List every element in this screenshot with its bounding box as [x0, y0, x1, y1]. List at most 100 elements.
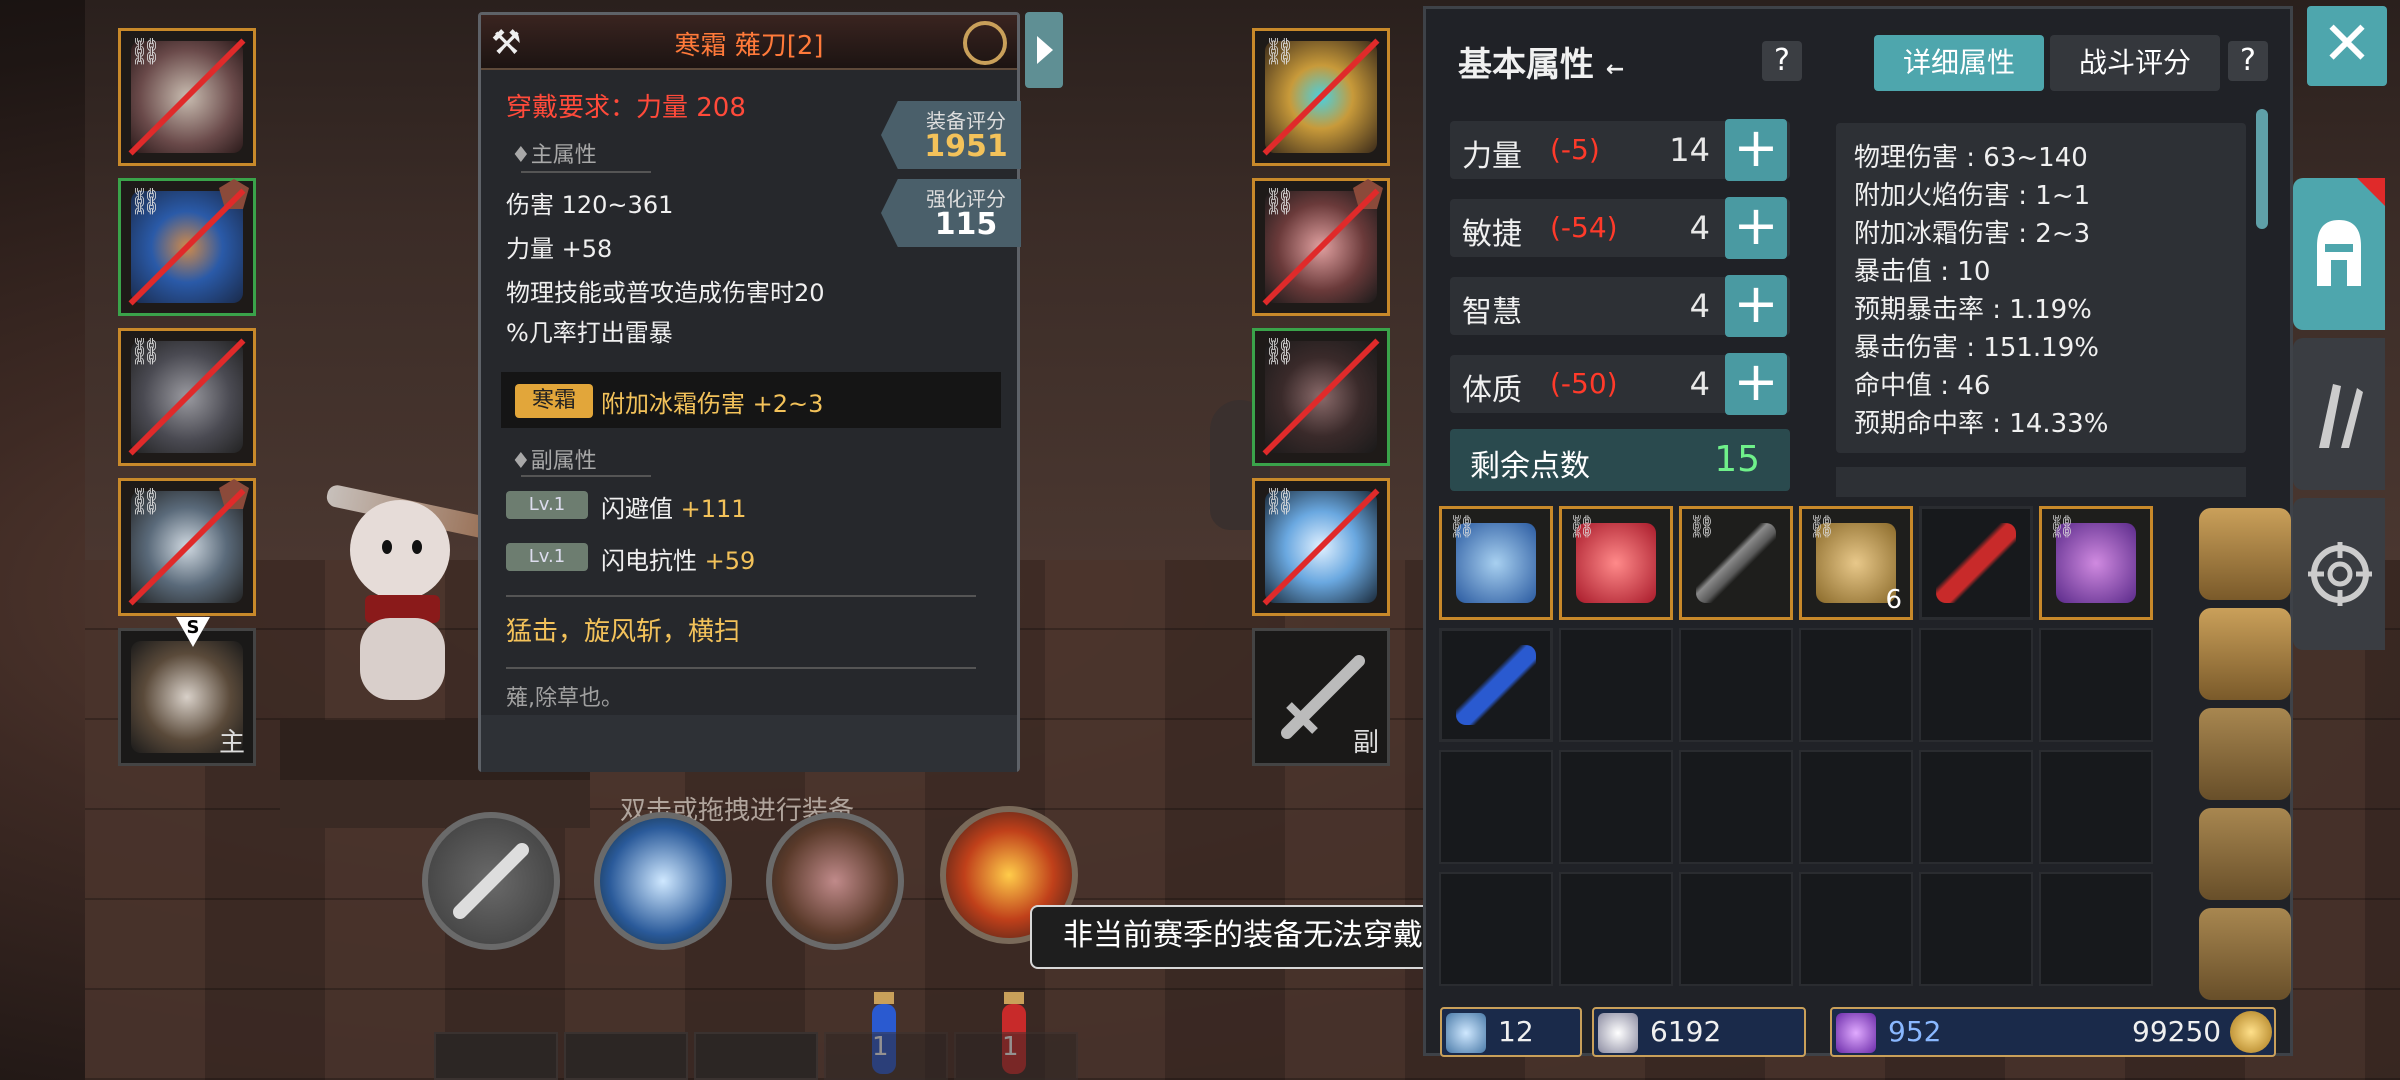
- inventory-slot[interactable]: ⛓: [1679, 506, 1793, 620]
- inventory-slot[interactable]: [1559, 750, 1673, 864]
- expand-tooltip-arrow-button[interactable]: [1025, 12, 1063, 88]
- detailed-stats-list[interactable]: 物理伤害 : 63~140 附加火焰伤害 : 1~1 附加冰霜伤害 : 2~3 …: [1836, 123, 2246, 453]
- divider: [506, 595, 976, 597]
- sub-attr-value: +59: [704, 547, 756, 575]
- effect-line-1: 物理技能或普攻造成伤害时20: [506, 279, 825, 307]
- inventory-slot[interactable]: [1439, 750, 1553, 864]
- sub-attr-name: 闪避值: [601, 495, 681, 523]
- inventory-slot[interactable]: [1799, 628, 1913, 742]
- inspect-magnifier-icon[interactable]: [963, 21, 1007, 65]
- equip-slot-helmet[interactable]: ⛓: [118, 28, 256, 166]
- gold-coin-icon: [2230, 1011, 2272, 1053]
- inventory-slot[interactable]: [1799, 750, 1913, 864]
- inventory-slot[interactable]: ⛓: [2039, 506, 2153, 620]
- sub-attr-row: 闪电抗性 +59: [601, 541, 755, 576]
- sub-attr-title: ♦副属性: [511, 449, 597, 474]
- inventory-slot[interactable]: [1919, 872, 2033, 986]
- chain-lock-icon: ⛓: [1688, 515, 1716, 540]
- side-tab-equipment[interactable]: [2293, 178, 2385, 330]
- equip-slot-necklace[interactable]: ⛓: [1252, 28, 1390, 166]
- close-button[interactable]: ✕: [2307, 6, 2387, 86]
- stat-row-strength: 力量 (-5) 14 +: [1450, 119, 1790, 181]
- damage-stat: 伤害 120~361: [506, 191, 674, 219]
- inventory-slot[interactable]: [1439, 628, 1553, 742]
- help-icon[interactable]: ?: [2228, 41, 2268, 81]
- add-point-button[interactable]: +: [1725, 119, 1787, 181]
- currency-tokens: 6192: [1592, 1007, 1806, 1057]
- gloves-icon: [2319, 384, 2363, 448]
- equip-slot-main-weapon[interactable]: S 主: [118, 617, 256, 766]
- player-character: [340, 500, 460, 700]
- main-attr-title: ♦主属性: [511, 143, 597, 168]
- frost-bonus-text: 附加冰霜伤害 +2~3: [601, 390, 824, 418]
- sub-attr-level: Lv.1: [506, 491, 588, 519]
- inventory-slot[interactable]: [1919, 750, 2033, 864]
- chain-lock-icon: ⛓: [1808, 515, 1836, 540]
- tab-battle-score[interactable]: 战斗评分: [2050, 35, 2220, 91]
- unusable-cross-icon: [128, 38, 246, 156]
- equip-slot-boots[interactable]: ⛓: [1252, 328, 1390, 466]
- side-tab-gloves[interactable]: [2293, 338, 2385, 490]
- skill-smash[interactable]: [766, 812, 904, 950]
- inventory-slot[interactable]: ⛓ 6: [1799, 506, 1913, 620]
- stat-name: 敏捷: [1462, 217, 1522, 252]
- add-point-button[interactable]: +: [1725, 197, 1787, 259]
- divider: [506, 667, 976, 669]
- bag-tab-2[interactable]: [2199, 608, 2291, 700]
- stat-value: 4: [1689, 209, 1710, 247]
- equip-slot-pants[interactable]: ⛓: [118, 328, 256, 466]
- side-tab-settings[interactable]: [2293, 498, 2385, 650]
- inventory-slot[interactable]: ⛓: [1439, 506, 1553, 620]
- wand-icon: [1446, 1013, 1486, 1053]
- unusable-cross-icon: [128, 488, 246, 606]
- inventory-slot[interactable]: ⛓: [1559, 506, 1673, 620]
- equip-slot-armor[interactable]: ⛓: [118, 178, 256, 316]
- skill-whirlwind[interactable]: [594, 812, 732, 950]
- bag-tab-1[interactable]: [2199, 508, 2291, 600]
- detail-scrollbar[interactable]: [2256, 109, 2268, 229]
- inventory-slot[interactable]: [2039, 750, 2153, 864]
- stat-value: 4: [1689, 365, 1710, 403]
- inventory-slot[interactable]: [1919, 628, 2033, 742]
- bag-tab-5[interactable]: [2199, 908, 2291, 1000]
- chain-lock-icon: ⛓: [1568, 515, 1596, 540]
- equip-slot-ring[interactable]: ⛓: [1252, 478, 1390, 616]
- sub-attr-name: 闪电抗性: [601, 547, 705, 575]
- inventory-slot[interactable]: [1679, 872, 1793, 986]
- inventory-slot[interactable]: [1559, 628, 1673, 742]
- add-point-button[interactable]: +: [1725, 353, 1787, 415]
- quickbar-slot[interactable]: [434, 1032, 558, 1080]
- add-point-button[interactable]: +: [1725, 275, 1787, 337]
- currency-crystals-gold: 952 99250: [1830, 1007, 2276, 1057]
- quickbar-slot[interactable]: [694, 1032, 818, 1080]
- inventory-slot[interactable]: [1919, 506, 2033, 620]
- bag-tab-3[interactable]: [2199, 708, 2291, 800]
- crystal-icon: [1836, 1013, 1876, 1053]
- quickbar-slot[interactable]: [824, 1032, 948, 1080]
- quickbar-slot[interactable]: [564, 1032, 688, 1080]
- quickbar-slot[interactable]: [954, 1032, 1078, 1080]
- equip-slot-belt[interactable]: ⛓: [118, 478, 256, 616]
- gold-value: 99250: [2132, 1015, 2222, 1048]
- detail-stat: 命中值 : 46: [1854, 371, 1991, 401]
- main-hand-label: 主: [218, 728, 245, 758]
- inventory-slot[interactable]: [1799, 872, 1913, 986]
- enhance-score-ribbon: 强化评分 115: [881, 179, 1021, 247]
- tokens-value: 6192: [1650, 1015, 1722, 1048]
- inventory-slot[interactable]: [1439, 872, 1553, 986]
- inventory-slot[interactable]: [1679, 628, 1793, 742]
- bag-tab-4[interactable]: [2199, 808, 2291, 900]
- tooltip-header: ⚒ 寒霜 薙刀[2]: [481, 15, 1017, 70]
- tab-detailed-attributes[interactable]: 详细属性: [1874, 35, 2044, 91]
- inventory-slot[interactable]: [2039, 872, 2153, 986]
- stat-name: 智慧: [1462, 295, 1522, 330]
- equip-score-value: 1951: [924, 129, 1008, 164]
- inventory-slot[interactable]: [2039, 628, 2153, 742]
- skill-basic-attack[interactable]: [422, 812, 560, 950]
- inventory-slot[interactable]: [1559, 872, 1673, 986]
- inventory-slot[interactable]: [1679, 750, 1793, 864]
- help-icon[interactable]: ?: [1762, 41, 1802, 81]
- inventory-grid: ⛓ ⛓ ⛓ ⛓ 6 ⛓: [1439, 506, 2291, 1000]
- equip-slot-offhand[interactable]: 副: [1252, 628, 1390, 766]
- equip-slot-gloves[interactable]: ⛓: [1252, 178, 1390, 316]
